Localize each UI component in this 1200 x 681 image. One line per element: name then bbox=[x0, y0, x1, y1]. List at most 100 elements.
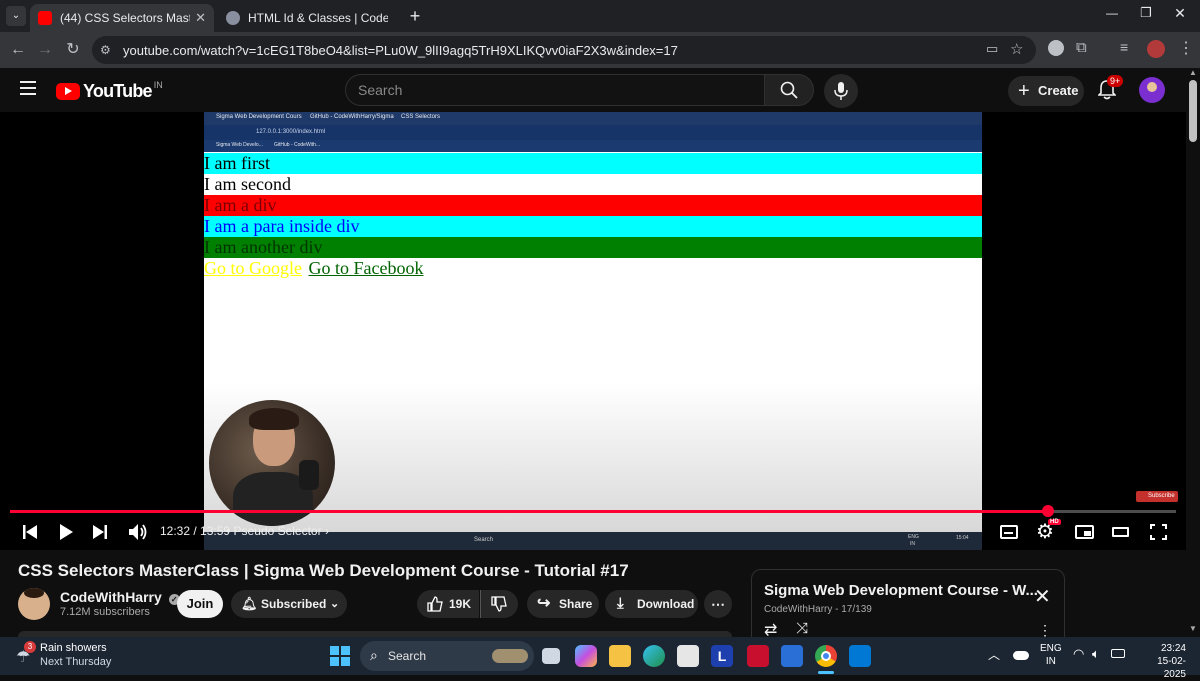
miniplayer-button[interactable] bbox=[1075, 525, 1094, 539]
onedrive-cloud-icon[interactable] bbox=[1013, 651, 1029, 660]
maximize-button[interactable]: ❐ bbox=[1134, 5, 1158, 21]
app-pen-icon[interactable] bbox=[781, 645, 803, 667]
recorded-tab: GitHub - CodeWithHarry/Sigma bbox=[310, 114, 394, 120]
weather-widget[interactable]: ☂ 3 Rain showers Next Thursday bbox=[14, 641, 124, 671]
volume-button[interactable] bbox=[128, 523, 148, 541]
browser-tab-bar: ⌄ (44) CSS Selectors MasterClass | ✕ HTM… bbox=[0, 0, 1200, 32]
thumbs-up-icon bbox=[427, 596, 443, 612]
scrollbar-thumb[interactable] bbox=[1189, 80, 1197, 142]
tab-title: (44) CSS Selectors MasterClass | bbox=[60, 11, 190, 25]
subtitles-button[interactable] bbox=[1000, 525, 1018, 539]
download-label: Download bbox=[637, 597, 695, 611]
fullscreen-button[interactable] bbox=[1150, 524, 1167, 540]
browser-menu-icon[interactable]: ⋮ bbox=[1178, 38, 1194, 58]
wifi-icon[interactable]: ◠ bbox=[1073, 646, 1084, 662]
start-button[interactable] bbox=[330, 646, 350, 666]
profile-avatar-icon[interactable] bbox=[1147, 40, 1165, 58]
channel-name[interactable]: CodeWithHarry ✓ bbox=[60, 589, 180, 605]
more-horizontal-icon: ⋯ bbox=[711, 596, 725, 612]
join-button[interactable]: Join bbox=[177, 590, 223, 618]
video-player[interactable]: Sigma Web Development Cours GitHub - Cod… bbox=[0, 112, 1186, 550]
share-button[interactable]: ↪ Share bbox=[527, 590, 599, 618]
bookmark-star-icon[interactable]: ☆ bbox=[1010, 40, 1023, 58]
more-actions-button[interactable]: ⋯ bbox=[704, 590, 732, 618]
country-code: IN bbox=[153, 80, 163, 90]
extension-globe-icon[interactable] bbox=[1048, 40, 1064, 56]
chapter-title[interactable]: • Pseudo Selector › bbox=[226, 524, 329, 538]
close-playlist-icon[interactable]: ✕ bbox=[1034, 584, 1051, 609]
speaker-icon[interactable]: 🔈︎ bbox=[1092, 646, 1100, 662]
search-input[interactable]: Search bbox=[345, 74, 765, 106]
logo-text: YouTube bbox=[83, 80, 153, 101]
search-highlight-icon bbox=[492, 649, 528, 663]
progress-scrubber-handle[interactable] bbox=[1041, 505, 1054, 517]
microphone-icon bbox=[834, 82, 848, 100]
channel-avatar[interactable] bbox=[18, 588, 50, 620]
create-button[interactable]: + Create bbox=[1008, 76, 1084, 106]
app-l-icon[interactable]: L bbox=[711, 645, 733, 667]
reload-button[interactable]: ↻ bbox=[61, 38, 85, 62]
dislike-button[interactable] bbox=[480, 590, 518, 618]
recorded-bookmarks-bar: Sigma Web Develo... GitHub - CodeWith... bbox=[204, 140, 982, 152]
close-tab-icon[interactable]: ✕ bbox=[195, 10, 206, 26]
chapter-separator: • bbox=[226, 524, 234, 538]
voice-search-button[interactable] bbox=[824, 74, 858, 108]
download-button[interactable]: ⤓ Download bbox=[605, 590, 698, 618]
like-button[interactable]: 19K bbox=[417, 590, 479, 618]
extensions-puzzle-icon[interactable]: ⧉ bbox=[1076, 39, 1087, 56]
address-bar[interactable]: ⚙ youtube.com/watch?v=1cEG1T8beO4&list=P… bbox=[92, 36, 1036, 64]
search-button[interactable] bbox=[764, 74, 814, 106]
notifications-button[interactable]: 9+ bbox=[1096, 75, 1124, 102]
windows-taskbar: ☂ 3 Rain showers Next Thursday ⌕ Search … bbox=[0, 637, 1200, 680]
edge-icon[interactable] bbox=[643, 645, 665, 667]
taskbar-search-label: Search bbox=[388, 649, 427, 663]
new-tab-button[interactable]: + bbox=[404, 5, 426, 27]
taskbar-search-box[interactable]: ⌕ Search bbox=[360, 641, 534, 671]
user-avatar[interactable] bbox=[1139, 77, 1165, 103]
microsoft-store-icon[interactable] bbox=[677, 645, 699, 667]
reading-list-icon[interactable]: ≡ bbox=[1120, 39, 1128, 55]
site-info-icon[interactable]: ⚙ bbox=[100, 43, 111, 57]
task-view-icon[interactable] bbox=[542, 648, 560, 664]
progress-bar[interactable] bbox=[10, 505, 1176, 517]
clock[interactable]: 23:24 15-02-2025 bbox=[1136, 642, 1186, 681]
minimize-button[interactable]: — bbox=[1100, 6, 1124, 20]
play-button[interactable] bbox=[58, 523, 76, 541]
file-explorer-icon[interactable] bbox=[609, 645, 631, 667]
next-button[interactable] bbox=[92, 524, 110, 540]
chrome-icon[interactable] bbox=[815, 645, 837, 667]
youtube-logo[interactable]: YouTube IN bbox=[56, 80, 163, 102]
vscode-icon[interactable] bbox=[849, 645, 871, 667]
theater-mode-button[interactable] bbox=[1112, 527, 1129, 537]
play-icon bbox=[60, 524, 73, 540]
browser-toolbar: ← → ↻ ⚙ youtube.com/watch?v=1cEG1T8beO4&… bbox=[0, 32, 1200, 68]
tab-youtube[interactable]: (44) CSS Selectors MasterClass | ✕ bbox=[30, 4, 214, 32]
recorded-taskbar-lang: ENG bbox=[908, 534, 919, 540]
shuffle-playlist-icon[interactable]: ⤨ bbox=[796, 620, 808, 637]
page-scrollbar[interactable]: ▲ ▼ bbox=[1186, 68, 1200, 637]
previous-button[interactable] bbox=[22, 524, 40, 540]
tab-codewithharry[interactable]: HTML Id & Classes | CodeWithH bbox=[218, 4, 396, 32]
mcafee-icon[interactable] bbox=[747, 645, 769, 667]
playlist-title[interactable]: Sigma Web Development Course - W... bbox=[764, 582, 1038, 599]
back-button[interactable]: ← bbox=[6, 38, 30, 62]
recorded-line: I am a div bbox=[204, 195, 982, 216]
subscribed-button[interactable]: 🔔︎ Subscribed ⌄ bbox=[231, 590, 347, 618]
recorded-url: 127.0.0.1:3000/index.html bbox=[256, 129, 326, 135]
time-display: 12:32 / 13:59 bbox=[160, 524, 231, 538]
forward-button[interactable]: → bbox=[33, 38, 57, 62]
settings-button[interactable]: ⚙ HD bbox=[1036, 519, 1061, 542]
subscribe-watermark[interactable]: Subscribe bbox=[1136, 491, 1178, 502]
battery-icon[interactable] bbox=[1111, 649, 1125, 658]
chapter-label: Pseudo Selector bbox=[233, 524, 322, 538]
show-hidden-icons-chevron-icon[interactable]: ︿ bbox=[988, 646, 1000, 663]
install-app-icon[interactable]: ▭ bbox=[986, 41, 998, 57]
share-label: Share bbox=[559, 597, 593, 611]
close-window-button[interactable]: ✕ bbox=[1168, 5, 1192, 22]
hamburger-menu-icon[interactable] bbox=[20, 81, 36, 95]
tab-search-button[interactable]: ⌄ bbox=[6, 6, 26, 26]
language-indicator[interactable]: ENG IN bbox=[1040, 642, 1062, 668]
region-label: IN bbox=[1045, 656, 1056, 667]
copilot-icon[interactable] bbox=[575, 645, 597, 667]
youtube-play-logo-icon bbox=[56, 82, 80, 100]
